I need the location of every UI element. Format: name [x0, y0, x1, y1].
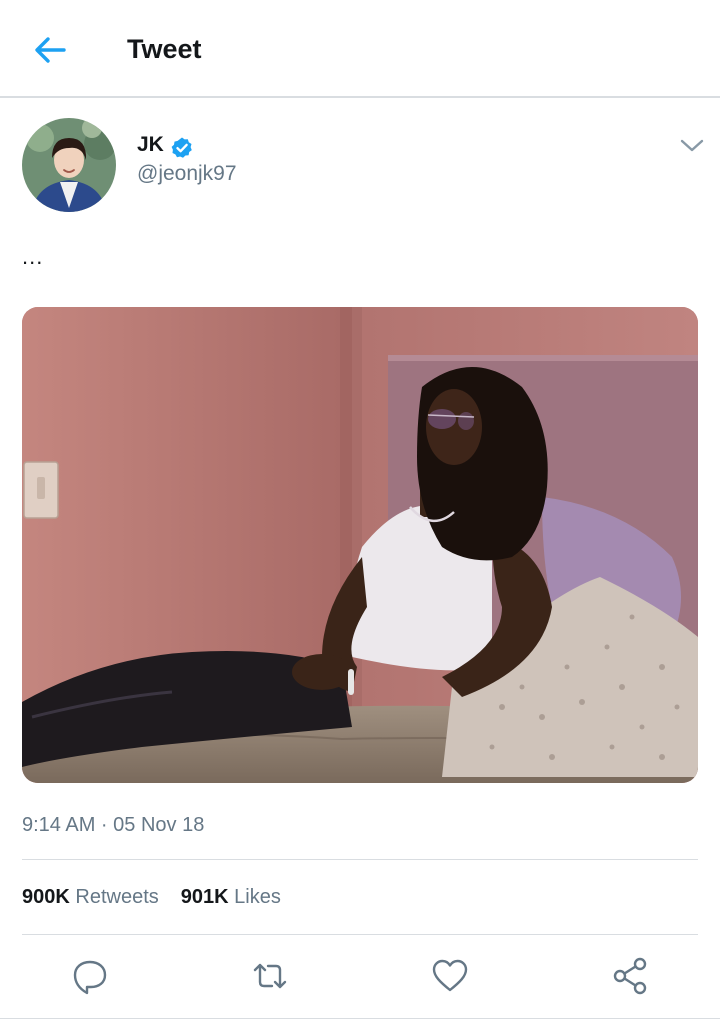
back-button[interactable]	[30, 32, 70, 68]
tweet-text: ...	[22, 244, 44, 269]
reply-icon	[73, 960, 107, 995]
tweet-timestamp: 9:14 AM · 05 Nov 18	[22, 814, 205, 836]
reply-button[interactable]	[68, 954, 112, 998]
avatar[interactable]	[22, 118, 116, 212]
divider	[22, 859, 698, 860]
arrow-left-icon	[35, 37, 66, 63]
author-handle[interactable]: @jeonjk97	[137, 162, 237, 186]
author-name[interactable]: JK	[137, 133, 164, 157]
likes-label: Likes	[234, 886, 281, 908]
tweet-media-image[interactable]	[22, 307, 698, 783]
verified-badge-icon	[171, 137, 192, 158]
tweet-stats: 900K Retweets 901K Likes	[22, 886, 281, 909]
share-button[interactable]	[608, 954, 652, 998]
retweets-label: Retweets	[75, 886, 159, 908]
retweets-stat[interactable]: 900K Retweets	[22, 886, 159, 908]
share-icon	[613, 957, 647, 995]
more-options-button[interactable]	[678, 134, 706, 156]
app-header: Tweet	[0, 0, 720, 98]
chevron-down-icon	[680, 139, 704, 152]
divider	[0, 1018, 720, 1019]
like-button[interactable]	[428, 954, 472, 998]
retweet-icon	[253, 963, 287, 989]
retweets-count: 900K	[22, 886, 70, 908]
like-icon	[432, 959, 468, 992]
divider	[22, 934, 698, 935]
retweet-button[interactable]	[248, 954, 292, 998]
likes-count: 901K	[180, 886, 229, 908]
page-title: Tweet	[127, 34, 202, 64]
likes-stat[interactable]: 901K Likes	[181, 886, 281, 908]
